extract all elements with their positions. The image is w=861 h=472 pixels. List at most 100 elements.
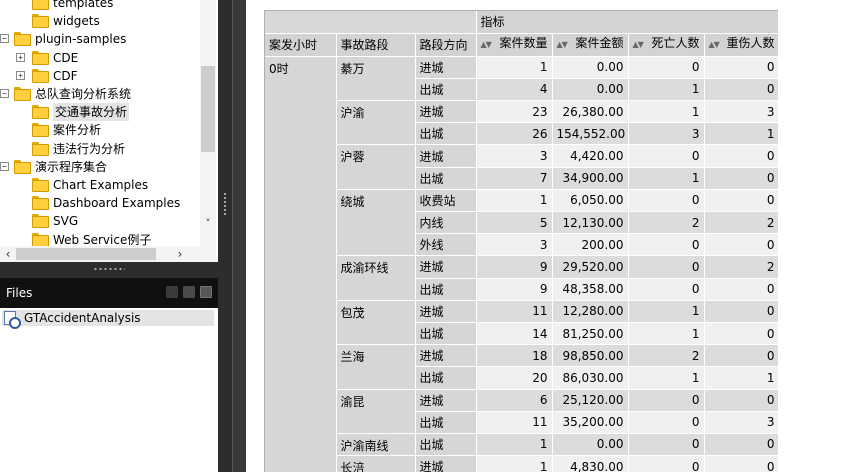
count-cell: 11: [476, 300, 553, 323]
amount-cell: 12,130.00: [552, 211, 629, 235]
measure-header[interactable]: ▲▼ 案件数量: [476, 33, 553, 57]
files-title: Files: [6, 286, 33, 300]
file-item[interactable]: GTAccidentAnalysis: [2, 310, 214, 329]
injuries-cell: 0: [704, 455, 778, 472]
scroll-down-arrow-icon[interactable]: ˅: [200, 216, 216, 232]
horizontal-splitter[interactable]: [0, 262, 218, 278]
injuries-cell: 1: [704, 122, 778, 146]
tree-item[interactable]: − 演示程序集合: [0, 158, 200, 176]
sort-icon[interactable]: ▲▼: [481, 34, 492, 56]
tree-item[interactable]: 交通事故分析: [0, 103, 200, 122]
tree-item-label: 交通事故分析: [53, 103, 130, 122]
folder-icon: [32, 232, 49, 246]
tree-item-label: Web Service例子: [53, 232, 152, 246]
tree-item[interactable]: Dashboard Examples: [0, 194, 200, 212]
amount-cell: 48,358.00: [552, 278, 629, 301]
sort-icon[interactable]: ▲▼: [709, 34, 720, 56]
amount-cell: 4,830.00: [552, 455, 629, 472]
sort-icon[interactable]: ▲▼: [633, 34, 644, 56]
count-cell: 3: [476, 144, 553, 168]
amount-cell: 81,250.00: [552, 322, 629, 346]
table-row: 渝昆 进城 6 25,120.00 0 0: [265, 389, 778, 434]
open-folder-icon[interactable]: [166, 286, 178, 298]
splitter-grip-icon[interactable]: [93, 267, 125, 271]
collapse-icon[interactable]: −: [0, 161, 9, 171]
amount-cell: 0.00: [552, 56, 629, 79]
scroll-thumb[interactable]: [16, 248, 156, 260]
count-cell: 1: [476, 455, 553, 472]
tree-item[interactable]: 案件分析: [0, 121, 200, 139]
amount-cell: 25,120.00: [552, 389, 629, 412]
folder-icon: [32, 50, 49, 65]
tree-item[interactable]: Chart Examples: [0, 176, 200, 194]
deaths-cell: 3: [628, 122, 705, 146]
measure-header[interactable]: ▲▼ 死亡人数: [628, 33, 705, 57]
measure-header[interactable]: ▲▼ 重伤人数: [704, 33, 778, 57]
sort-icon[interactable]: ▲▼: [557, 34, 568, 56]
measure-header[interactable]: ▲▼ 案件金额: [552, 33, 629, 57]
road-cell: 沪蓉: [336, 144, 416, 190]
table-row: 绕城 收费站 1 6,050.00 0 0: [265, 189, 778, 257]
tree-item[interactable]: widgets: [0, 12, 200, 30]
tree-item-label: 违法行为分析: [53, 141, 126, 156]
table-row: 0时 綦万 进城 1 0.00 0 0: [265, 56, 778, 472]
solution-tree: templates widgets − plugin-samples + CDE + CDF −…: [0, 0, 200, 246]
folder-icon: [32, 0, 49, 10]
road-cell: 綦万: [336, 56, 416, 102]
amount-cell: 26,380.00: [552, 100, 629, 124]
deaths-cell: 0: [628, 411, 705, 434]
count-cell: 1: [476, 56, 553, 79]
injuries-cell: 0: [704, 344, 778, 368]
tree-item[interactable]: templates: [0, 0, 200, 12]
tree-vertical-scrollbar[interactable]: ˅: [200, 0, 216, 246]
scroll-left-arrow-icon[interactable]: ‹: [0, 246, 16, 262]
deaths-cell: 0: [628, 189, 705, 213]
tree-item-label: 总队查询分析系统: [35, 87, 132, 101]
row-header: 事故路段: [336, 33, 416, 57]
scroll-right-arrow-icon[interactable]: ›: [172, 246, 188, 262]
list-view-icon[interactable]: [200, 286, 212, 298]
deaths-cell: 2: [628, 211, 705, 235]
vertical-splitter[interactable]: [218, 0, 232, 472]
tree-item[interactable]: 违法行为分析: [0, 140, 200, 158]
deaths-cell: 0: [628, 255, 705, 279]
expand-icon[interactable]: +: [16, 70, 25, 80]
count-cell: 5: [476, 211, 553, 235]
table-row: 长涪 进城 1 4,830.00 0 0: [265, 455, 778, 472]
road-cell: 成渝环线: [336, 255, 416, 301]
tree-item-label: Chart Examples: [53, 178, 149, 192]
measure-label: 案件金额: [575, 35, 624, 50]
collapse-icon[interactable]: −: [0, 89, 9, 98]
panel-border: [232, 0, 246, 472]
road-cell: 绕城: [336, 189, 416, 257]
tree-item[interactable]: − 总队查询分析系统: [0, 85, 200, 103]
tree-item[interactable]: + CDF: [0, 67, 200, 85]
collapse-icon[interactable]: −: [0, 34, 9, 44]
direction-cell: 进城: [415, 56, 477, 79]
injuries-cell: 0: [704, 78, 778, 102]
injuries-cell: 0: [704, 278, 778, 301]
count-cell: 4: [476, 78, 553, 102]
tree-horizontal-scrollbar[interactable]: ‹ ›: [0, 246, 200, 262]
tree-item-label: Dashboard Examples: [53, 196, 181, 211]
expand-icon[interactable]: +: [16, 52, 25, 62]
direction-cell: 出城: [415, 167, 477, 190]
count-cell: 7: [476, 167, 553, 190]
tree-item-label: 案件分析: [53, 123, 102, 138]
deaths-cell: 1: [628, 100, 705, 124]
scroll-thumb[interactable]: [201, 66, 215, 152]
amount-cell: 154,552.00: [552, 122, 629, 146]
count-cell: 26: [476, 122, 553, 146]
tree-item-label: CDE: [53, 50, 79, 65]
edit-icon[interactable]: [183, 286, 195, 298]
injuries-cell: 0: [704, 322, 778, 346]
road-cell: 包茂: [336, 300, 416, 346]
table-row: 兰海 进城 18 98,850.00 2 0: [265, 344, 778, 390]
folder-icon: [14, 87, 31, 101]
tree-item[interactable]: − plugin-samples: [0, 30, 200, 48]
tree-item[interactable]: + CDE: [0, 49, 200, 67]
tree-item[interactable]: SVG: [0, 212, 200, 230]
table-row: 包茂 进城 11 12,280.00 1 0: [265, 300, 778, 346]
splitter-grip-icon[interactable]: [223, 192, 227, 216]
tree-item[interactable]: Web Service例子: [0, 231, 200, 246]
